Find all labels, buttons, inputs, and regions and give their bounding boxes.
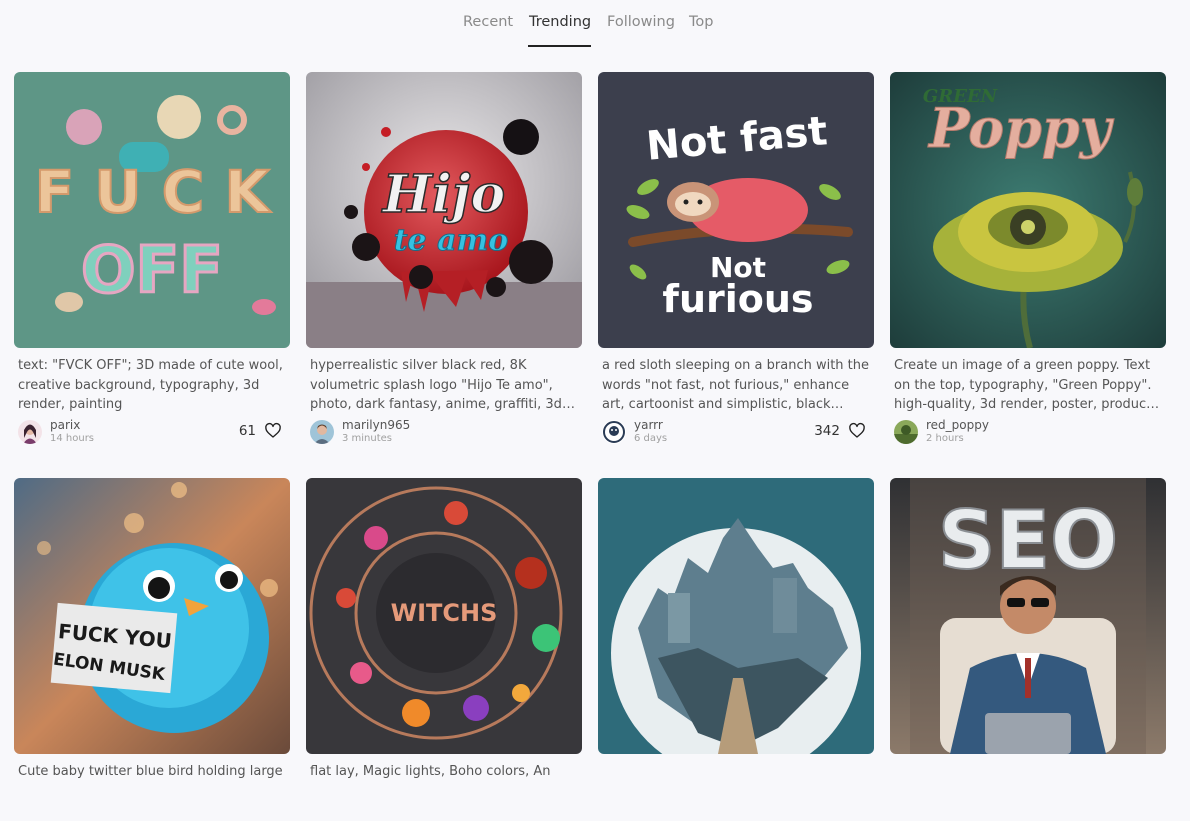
card-image[interactable]: SEO [890,478,1166,754]
card-prompt: Cute baby twitter blue bird holding larg… [18,764,283,779]
wool-letters-image: F U C K OFF [14,72,290,348]
seo-businessman-image: SEO [890,478,1166,754]
feed-tabs: Recent Trending Following Top [0,0,1190,50]
tab-recent[interactable]: Recent [463,14,513,30]
card-image[interactable]: Not fast Not furious [598,72,874,348]
post-time: 6 days [634,433,668,444]
username[interactable]: red_poppy [926,418,989,432]
sloth-image: Not fast Not furious [598,72,874,348]
post-time: 3 minutes [342,433,393,444]
wool-text-top: F U C K [35,158,272,226]
username[interactable]: parix [50,418,80,432]
card-prompt: hyperrealistic silver black red, 8K volu… [310,358,562,412]
hijo-splash-image: Hijo te amo [306,72,582,348]
card-image[interactable] [598,478,874,754]
floating-city-image [598,478,874,754]
username[interactable]: yarrr [634,418,663,432]
card-image[interactable]: WITCHS [306,478,582,754]
blue-bird-image: FUCK YOU ELON MUSK [14,478,290,754]
furious-text: furious [662,277,813,321]
card-prompt: text: "FVCK OFF"; 3D made of cute wool, … [18,358,283,412]
heart-outline-icon[interactable] [848,422,866,440]
witchs-flatlay-image: WITCHS [306,478,582,754]
seo-text: SEO [938,494,1118,587]
hijo-text: Hijo [381,164,505,225]
post-time: 2 hours [926,433,964,444]
card-prompt: flat lay, Magic lights, Boho colors, An [310,764,551,779]
like-count: 342 [814,423,840,439]
tab-top[interactable]: Top [689,14,713,30]
witchs-text: WITCHS [391,599,498,627]
like-count: 61 [238,423,256,439]
avatar[interactable] [602,420,626,444]
username[interactable]: marilyn965 [342,418,410,432]
active-tab-indicator [528,45,591,47]
avatar[interactable] [18,420,42,444]
card-prompt: Create un image of a green poppy. Text o… [894,358,1156,412]
te-amo-text: te amo [394,223,509,258]
card-prompt: a red sloth sleeping on a branch with th… [602,358,870,412]
card-meta: yarrr 6 days 342 [602,418,870,448]
card-image[interactable]: GREEN Poppy [890,72,1166,348]
like-group: 342 [814,421,866,441]
card-image[interactable]: Hijo te amo [306,72,582,348]
card-meta: red_poppy 2 hours [894,418,1162,448]
poppy-text: Poppy [927,96,1115,160]
tab-trending[interactable]: Trending [529,14,591,30]
like-group: 61 [239,421,282,441]
card-image[interactable]: F U C K OFF [14,72,290,348]
post-time: 14 hours [50,433,95,444]
heart-outline-icon[interactable] [264,422,282,440]
avatar[interactable] [894,420,918,444]
tab-following[interactable]: Following [607,14,675,30]
card-image[interactable]: FUCK YOU ELON MUSK [14,478,290,754]
wool-text-bottom: OFF [81,234,223,308]
avatar[interactable] [310,420,334,444]
card-meta: marilyn965 3 minutes [310,418,578,448]
card-meta: parix 14 hours 61 [18,418,286,448]
green-poppy-image: GREEN Poppy [890,72,1166,348]
